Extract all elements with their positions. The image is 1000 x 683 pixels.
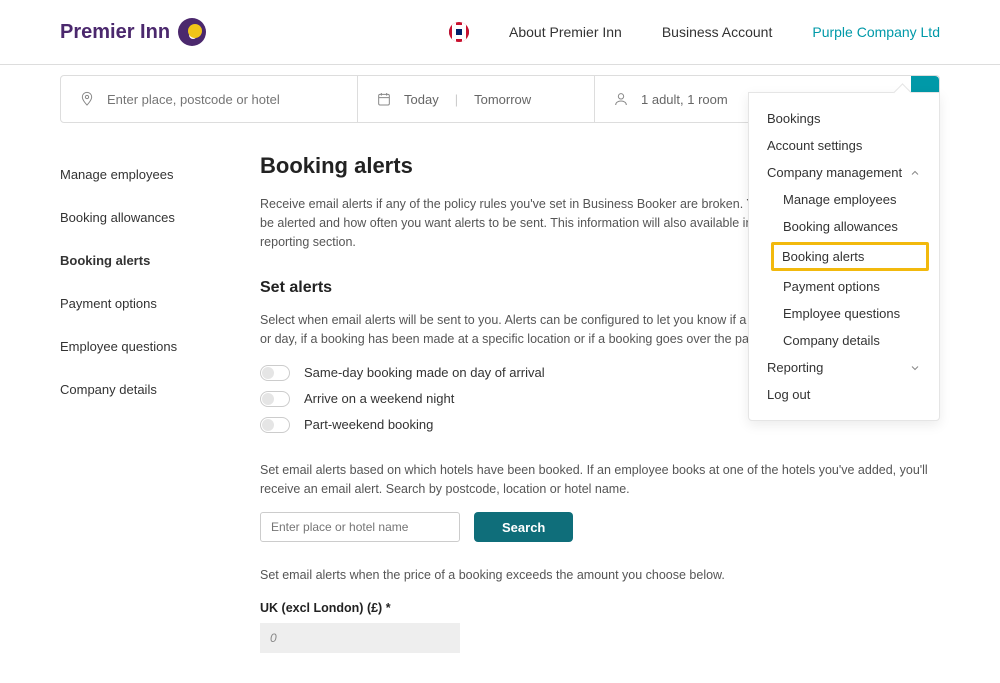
dd-reporting[interactable]: Reporting (749, 354, 939, 381)
toggle-weekend[interactable] (260, 391, 290, 407)
date-tomorrow: Tomorrow (474, 92, 531, 107)
uk-flag-icon[interactable] (449, 22, 469, 42)
dd-company-management-label: Company management (767, 165, 902, 180)
hotel-search-input[interactable] (260, 512, 460, 542)
search-place-cell[interactable] (61, 76, 358, 122)
sidebar-item-manage-employees[interactable]: Manage employees (60, 153, 210, 196)
search-place-input[interactable] (107, 92, 339, 107)
toggle-sameday[interactable] (260, 365, 290, 381)
nav-about[interactable]: About Premier Inn (509, 24, 622, 40)
sidebar-item-company-details[interactable]: Company details (60, 368, 210, 411)
sidebar-item-booking-alerts[interactable]: Booking alerts (60, 239, 210, 282)
date-today: Today (404, 92, 439, 107)
sidebar-item-employee-questions[interactable]: Employee questions (60, 325, 210, 368)
brand-text: Premier Inn (60, 21, 170, 44)
pin-icon (79, 91, 95, 107)
dd-company-management[interactable]: Company management (749, 159, 939, 186)
toggle-partweekend-label: Part-weekend booking (304, 417, 433, 432)
price-field-label: UK (excl London) (£) * (260, 601, 940, 615)
date-separator: | (455, 92, 458, 107)
dd-sub-employee-questions[interactable]: Employee questions (749, 300, 939, 327)
account-dropdown: Bookings Account settings Company manage… (748, 92, 940, 421)
header: Premier Inn About Premier Inn Business A… (0, 0, 1000, 65)
dd-account-settings[interactable]: Account settings (749, 132, 939, 159)
person-icon (613, 91, 629, 107)
guests-text: 1 adult, 1 room (641, 92, 728, 107)
hotel-search-button[interactable]: Search (474, 512, 573, 542)
dd-sub-company-details[interactable]: Company details (749, 327, 939, 354)
dd-reporting-label: Reporting (767, 360, 823, 375)
sidebar: Manage employees Booking allowances Book… (60, 153, 210, 653)
dd-logout[interactable]: Log out (749, 381, 939, 408)
price-alert-desc: Set email alerts when the price of a boo… (260, 566, 940, 585)
top-nav: About Premier Inn Business Account Purpl… (449, 22, 940, 42)
chevron-down-icon (909, 362, 921, 374)
dd-bookings[interactable]: Bookings (749, 105, 939, 132)
price-threshold-input[interactable] (260, 623, 460, 653)
calendar-icon (376, 91, 392, 107)
dd-sub-manage-employees[interactable]: Manage employees (749, 186, 939, 213)
brand-logo[interactable]: Premier Inn (60, 18, 206, 46)
dd-sub-booking-allowances[interactable]: Booking allowances (749, 213, 939, 240)
nav-business-account[interactable]: Business Account (662, 24, 773, 40)
toggle-sameday-label: Same-day booking made on day of arrival (304, 365, 545, 380)
search-dates-cell[interactable]: Today | Tomorrow (358, 76, 595, 122)
brand-moon-icon (178, 18, 206, 46)
hotel-search-row: Search (260, 512, 940, 542)
hotel-alert-desc: Set email alerts based on which hotels h… (260, 461, 940, 499)
dd-sub-booking-alerts[interactable]: Booking alerts (771, 242, 929, 271)
toggle-partweekend[interactable] (260, 417, 290, 433)
sidebar-item-payment-options[interactable]: Payment options (60, 282, 210, 325)
toggle-weekend-label: Arrive on a weekend night (304, 391, 454, 406)
nav-company-account[interactable]: Purple Company Ltd (812, 24, 940, 40)
chevron-up-icon (909, 167, 921, 179)
dd-sub-payment-options[interactable]: Payment options (749, 273, 939, 300)
sidebar-item-booking-allowances[interactable]: Booking allowances (60, 196, 210, 239)
